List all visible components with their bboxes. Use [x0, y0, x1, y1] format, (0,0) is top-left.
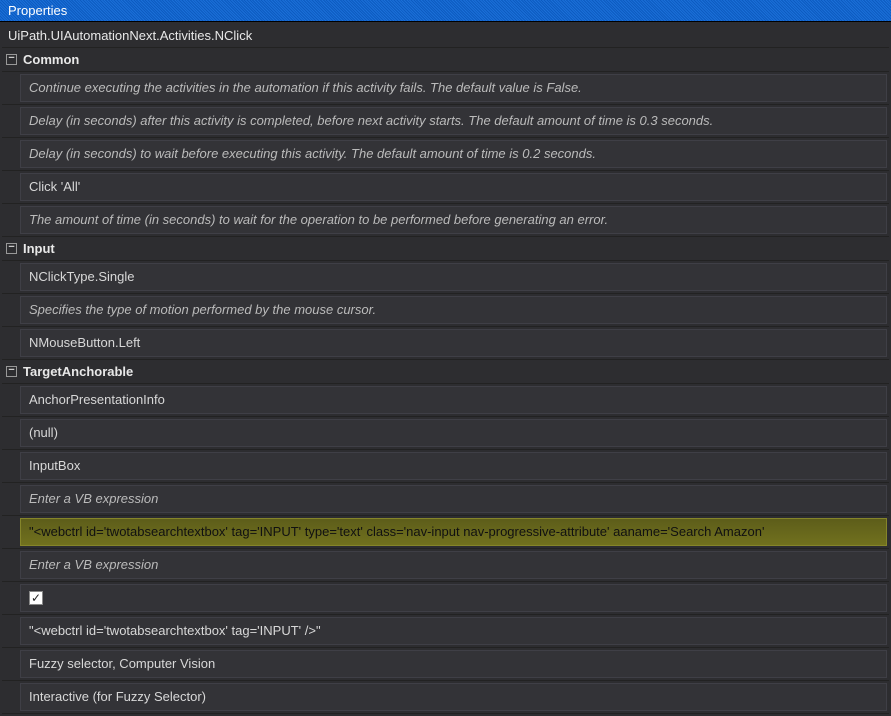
section-target[interactable]: − TargetAnchorable: [2, 360, 889, 384]
prop-delay-before[interactable]: Delay (in seconds) to wait before execut…: [20, 140, 887, 168]
prop-checkbox[interactable]: ✓: [20, 584, 887, 612]
section-input[interactable]: − Input: [2, 237, 889, 261]
prop-null[interactable]: (null): [20, 419, 887, 447]
minus-icon[interactable]: −: [6, 366, 17, 377]
section-input-label: Input: [23, 241, 55, 256]
prop-vb-exp1[interactable]: Enter a VB expression: [20, 485, 887, 513]
prop-delay-after[interactable]: Delay (in seconds) after this activity i…: [20, 107, 887, 135]
prop-fuzzy-selector[interactable]: "<webctrl id='twotabsearchtextbox' tag='…: [20, 617, 887, 645]
prop-mouse-button[interactable]: NMouseButton.Left: [20, 329, 887, 357]
prop-display-name[interactable]: Click 'All': [20, 173, 887, 201]
minus-icon[interactable]: −: [6, 243, 17, 254]
minus-icon[interactable]: −: [6, 54, 17, 65]
prop-timeout[interactable]: The amount of time (in seconds) to wait …: [20, 206, 887, 234]
prop-inputbox[interactable]: InputBox: [20, 452, 887, 480]
prop-click-type[interactable]: NClickType.Single: [20, 263, 887, 291]
activity-class: UiPath.UIAutomationNext.Activities.NClic…: [2, 24, 889, 48]
prop-cursor-motion[interactable]: Specifies the type of motion performed b…: [20, 296, 887, 324]
prop-anchor-info[interactable]: AnchorPresentationInfo: [20, 386, 887, 414]
section-common[interactable]: − Common: [2, 48, 889, 72]
prop-interactive[interactable]: Interactive (for Fuzzy Selector): [20, 683, 887, 711]
properties-body: UiPath.UIAutomationNext.Activities.NClic…: [0, 22, 891, 716]
prop-vb-exp2[interactable]: Enter a VB expression: [20, 551, 887, 579]
section-common-label: Common: [23, 52, 79, 67]
prop-continue[interactable]: Continue executing the activities in the…: [20, 74, 887, 102]
prop-fuzzy-desc[interactable]: Fuzzy selector, Computer Vision: [20, 650, 887, 678]
panel-title: Properties: [0, 0, 891, 22]
prop-selector-highlighted[interactable]: "<webctrl id='twotabsearchtextbox' tag='…: [20, 518, 887, 546]
checkmark-icon[interactable]: ✓: [29, 591, 43, 605]
section-target-label: TargetAnchorable: [23, 364, 133, 379]
